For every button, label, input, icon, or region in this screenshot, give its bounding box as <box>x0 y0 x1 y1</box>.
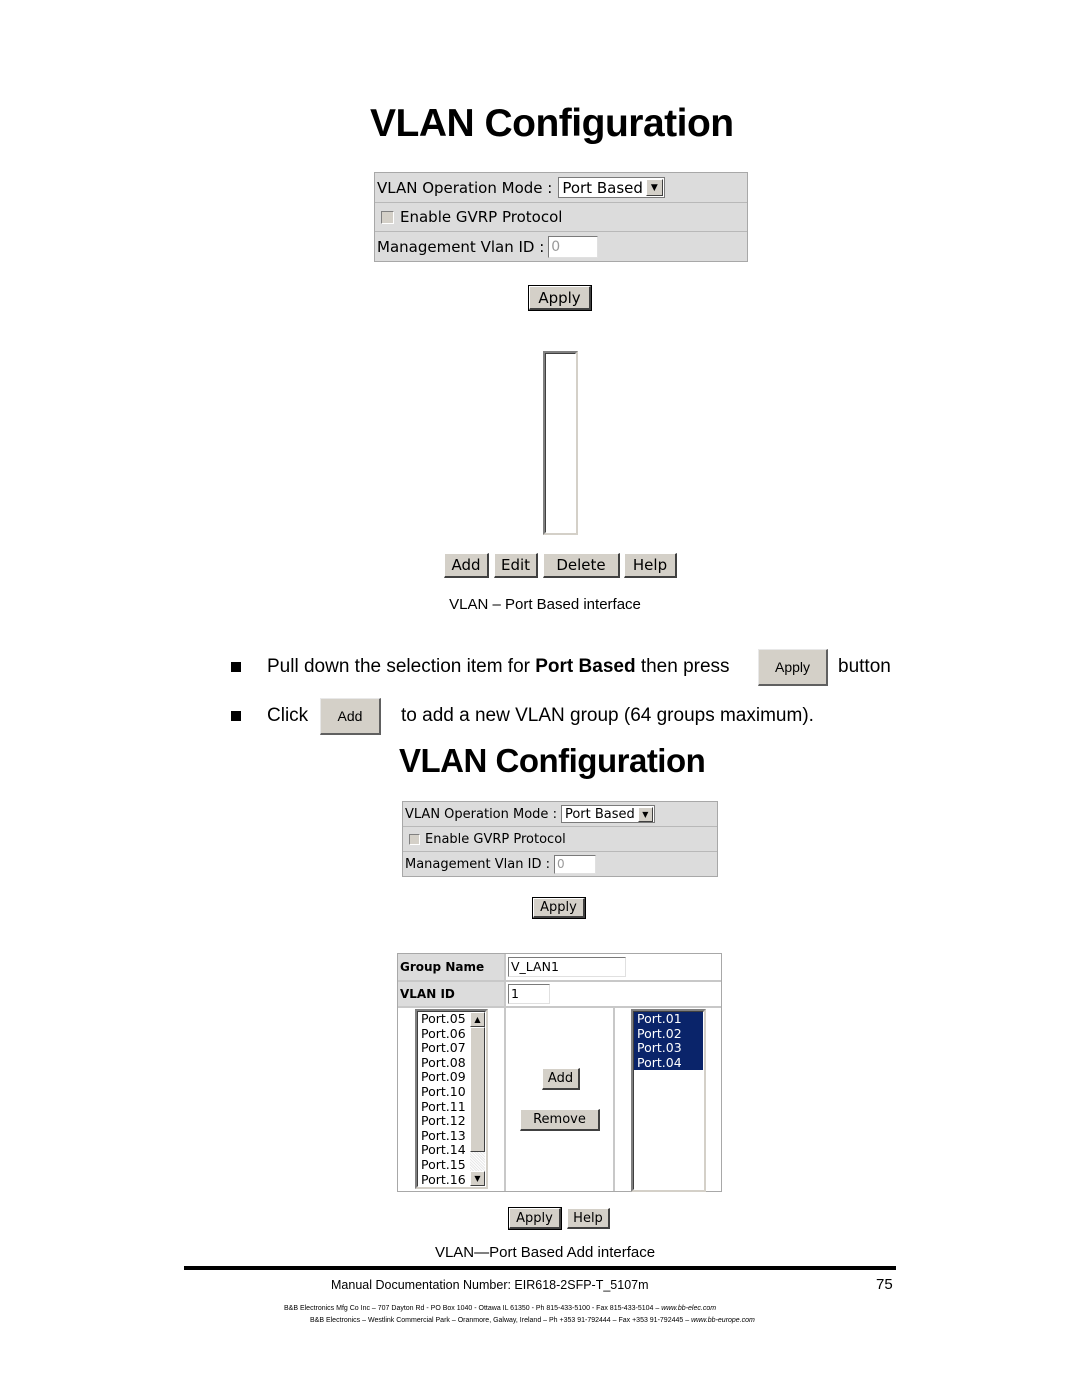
port-option[interactable]: Port.11 <box>418 1099 469 1115</box>
instruction-1-bold: Port Based <box>535 656 636 677</box>
footer-rule <box>184 1266 896 1270</box>
scroll-thumb[interactable] <box>470 1027 485 1152</box>
help-button-1[interactable]: Help <box>624 553 677 578</box>
address-eu-text: B&B Electronics – Westlink Commercial Pa… <box>310 1317 692 1324</box>
gvrp-label-2: Enable GVRP Protocol <box>425 831 566 847</box>
port-option[interactable]: Port.02 <box>634 1026 703 1042</box>
port-option[interactable]: Port.07 <box>418 1041 469 1056</box>
mgmt-vlan-row-2: Management Vlan ID : 0 <box>403 852 717 876</box>
gvrp-label: Enable GVRP Protocol <box>400 208 563 226</box>
bullet-icon <box>231 662 241 672</box>
add-button-1[interactable]: Add <box>444 553 489 578</box>
chevron-down-icon[interactable]: ▼ <box>637 806 653 822</box>
port-option[interactable]: Port.08 <box>418 1055 469 1071</box>
inline-add-button: Add <box>320 698 381 735</box>
vlan-settings-panel-2: VLAN Operation Mode : Port Based ▼ Enabl… <box>402 801 718 877</box>
url-us[interactable]: www.bb-elec.com <box>661 1305 716 1312</box>
url-eu[interactable]: www.bb-europe.com <box>691 1317 755 1324</box>
operation-mode-row: VLAN Operation Mode : Port Based ▼ <box>375 173 747 203</box>
vlan-id-input[interactable]: 1 <box>508 984 550 1004</box>
bullet-icon <box>231 711 241 721</box>
divider <box>504 954 506 1191</box>
instruction-2-suffix: to add a new VLAN group (64 groups maxim… <box>401 705 814 726</box>
address-eu: B&B Electronics – Westlink Commercial Pa… <box>310 1317 755 1324</box>
instruction-line-1: Pull down the selection item for Port Ba… <box>267 656 730 678</box>
scroll-up-icon[interactable]: ▲ <box>470 1012 485 1027</box>
member-ports-inner: Port.01 Port.02 Port.03 Port.04 <box>633 1011 704 1190</box>
port-option[interactable]: Port.16 <box>418 1172 469 1186</box>
apply-button-1[interactable]: Apply <box>528 285 592 311</box>
port-option[interactable]: Port.12 <box>418 1114 469 1129</box>
operation-mode-value-2: Port Based <box>564 806 635 822</box>
gvrp-checkbox-2[interactable] <box>409 833 420 845</box>
instruction-1-middle: then press <box>635 656 730 677</box>
gvrp-row-2: Enable GVRP Protocol <box>403 827 717 852</box>
mgmt-vlan-row: Management Vlan ID : 0 <box>375 232 747 261</box>
available-ports-inner: Port.05 Port.06 Port.07 Port.08 Port.09 Port.… <box>417 1011 486 1187</box>
remove-port-button[interactable]: Remove <box>520 1109 600 1131</box>
operation-mode-label: VLAN Operation Mode : <box>377 178 553 197</box>
instruction-2-prefix: Click <box>267 705 309 726</box>
operation-mode-select[interactable]: Port Based ▼ <box>558 177 665 198</box>
apply-button-3[interactable]: Apply <box>508 1207 562 1230</box>
port-option[interactable]: Port.14 <box>418 1143 469 1158</box>
help-button-2[interactable]: Help <box>567 1208 610 1229</box>
vlan-settings-panel-1: VLAN Operation Mode : Port Based ▼ Enabl… <box>374 172 748 262</box>
figure-caption-2: VLAN—Port Based Add interface <box>434 1244 656 1261</box>
delete-button[interactable]: Delete <box>543 553 620 578</box>
vlan-list[interactable] <box>543 351 578 535</box>
mgmt-vlan-input[interactable]: 0 <box>548 235 599 258</box>
port-option[interactable]: Port.13 <box>418 1128 469 1144</box>
page-title-1: VLAN Configuration <box>370 102 734 145</box>
member-ports-list[interactable]: Port.01 Port.02 Port.03 Port.04 <box>631 1009 706 1192</box>
group-name-cell: V_LAN1 <box>506 954 721 980</box>
operation-mode-row-2: VLAN Operation Mode : Port Based ▼ <box>403 802 717 827</box>
vlan-list-inner <box>545 353 576 533</box>
divider <box>613 1008 615 1191</box>
group-name-input[interactable]: V_LAN1 <box>508 957 626 977</box>
port-option[interactable]: Port.04 <box>634 1055 703 1071</box>
operation-mode-label-2: VLAN Operation Mode : <box>405 806 557 822</box>
figure-caption-1: VLAN – Port Based interface <box>449 596 641 613</box>
port-option[interactable]: Port.15 <box>418 1157 469 1173</box>
apply-button-2[interactable]: Apply <box>532 897 586 919</box>
page-number: 75 <box>876 1276 893 1293</box>
operation-mode-value: Port Based <box>562 178 643 197</box>
scroll-down-icon[interactable]: ▼ <box>470 1171 485 1186</box>
member-ports-items: Port.01 Port.02 Port.03 Port.04 <box>634 1012 703 1071</box>
port-option[interactable]: Port.06 <box>418 1026 469 1042</box>
port-option[interactable]: Port.01 <box>634 1012 703 1027</box>
available-ports-items: Port.05 Port.06 Port.07 Port.08 Port.09 Port.… <box>418 1012 469 1186</box>
gvrp-row: Enable GVRP Protocol <box>375 203 747 232</box>
gvrp-checkbox[interactable] <box>381 210 394 224</box>
vlan-id-cell: 1 <box>506 982 721 1006</box>
address-us: B&B Electronics Mfg Co Inc – 707 Dayton … <box>284 1305 716 1312</box>
instruction-1-prefix: Pull down the selection item for <box>267 656 536 677</box>
available-ports-list[interactable]: Port.05 Port.06 Port.07 Port.08 Port.09 Port.… <box>415 1009 488 1189</box>
inline-apply-button: Apply <box>758 649 828 686</box>
port-option[interactable]: Port.03 <box>634 1041 703 1056</box>
vlan-id-label: VLAN ID <box>398 982 504 1006</box>
port-option[interactable]: Port.10 <box>418 1084 469 1100</box>
edit-button[interactable]: Edit <box>494 553 538 578</box>
chevron-down-icon[interactable]: ▼ <box>645 179 663 196</box>
scroll-track[interactable] <box>470 1152 485 1171</box>
address-us-text: B&B Electronics Mfg Co Inc – 707 Dayton … <box>284 1305 662 1312</box>
page-title-2: VLAN Configuration <box>399 742 706 779</box>
mgmt-vlan-input-2[interactable]: 0 <box>553 854 596 874</box>
add-port-button[interactable]: Add <box>542 1068 580 1090</box>
port-option[interactable]: Port.09 <box>418 1070 469 1085</box>
mgmt-vlan-label: Management Vlan ID : <box>377 237 545 256</box>
port-option[interactable]: Port.05 <box>418 1012 469 1027</box>
group-name-label: Group Name <box>398 954 504 980</box>
divider <box>398 1006 721 1008</box>
operation-mode-select-2[interactable]: Port Based ▼ <box>560 805 655 823</box>
scrollbar[interactable]: ▲ ▼ <box>470 1012 485 1186</box>
mgmt-vlan-label-2: Management Vlan ID : <box>405 856 550 872</box>
instruction-1-suffix: button <box>838 656 891 677</box>
vlan-group-form: Group Name V_LAN1 VLAN ID 1 Port.05 Port.… <box>397 953 722 1192</box>
doc-number: Manual Documentation Number: EIR618-2SFP… <box>331 1278 649 1292</box>
